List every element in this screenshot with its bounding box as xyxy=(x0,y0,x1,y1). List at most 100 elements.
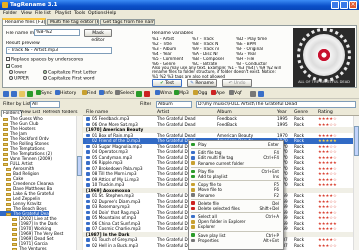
replace-spaces-label: Replace spaces by underscores xyxy=(11,57,84,63)
var-item: %D - Play time xyxy=(236,37,267,41)
replace-spaces-checkbox[interactable]: Replace spaces by underscores xyxy=(6,57,83,63)
music-file-icon xyxy=(86,150,90,154)
menu-tools[interactable]: Tools xyxy=(74,10,85,17)
menu-item-icon xyxy=(191,188,195,192)
mask-editor-button[interactable]: Mask editor xyxy=(84,29,112,43)
radio-dot[interactable] xyxy=(43,76,47,80)
help-icon[interactable] xyxy=(258,91,264,97)
case-capitalize-first-word-radio[interactable]: Capitalize First word xyxy=(43,76,95,82)
file-list-scrollbar[interactable] xyxy=(353,116,359,250)
menu-item-label: Play xyxy=(198,142,207,147)
menu-options[interactable]: Options xyxy=(88,10,106,17)
col-header-rating[interactable]: Rating xyxy=(318,109,333,116)
context-menu-item[interactable]: Delete selected files Shift+Del xyxy=(189,206,283,211)
menu-item-shortcut: Enter xyxy=(268,142,279,147)
col-header-album[interactable]: Album xyxy=(217,109,232,116)
music-file-icon xyxy=(86,139,90,143)
case-capitalize-first-letter-radio[interactable]: Capitalize First Letter xyxy=(43,70,97,76)
refresh-icon[interactable] xyxy=(27,91,33,97)
var-item: %F - Original xyxy=(236,47,263,51)
vqf-filter-button[interactable]: Vqf xyxy=(229,90,242,98)
folder-scrollbar[interactable] xyxy=(76,116,82,250)
music-file-icon xyxy=(86,205,90,209)
context-menu-item[interactable]: Play Enter xyxy=(189,142,283,147)
case-lower-radio[interactable]: lower xyxy=(9,70,27,76)
filter-by-list-select[interactable]: All xyxy=(30,101,60,108)
folder-scroll-thumb[interactable] xyxy=(77,156,82,176)
col-header-artist[interactable]: Artist xyxy=(157,109,169,116)
context-menu-item[interactable]: Explorer xyxy=(189,224,283,229)
menu-separator xyxy=(191,180,281,182)
checkbox-box[interactable]: ✓ xyxy=(6,64,10,69)
menu-folder[interactable]: Folder xyxy=(3,10,17,17)
sync-button[interactable]: Sync xyxy=(36,90,52,98)
context-menu: Play Enter Edit file tag F4 Edit multi file … xyxy=(188,140,284,250)
menu-file-list[interactable]: File list xyxy=(35,10,51,17)
var-item: %5 - Comment xyxy=(152,57,184,61)
info-label: Info xyxy=(104,91,113,96)
context-menu-item[interactable]: Add to playlist Ins xyxy=(189,174,283,179)
ape-label: Ape xyxy=(216,91,225,96)
var-item: %H - File xyxy=(236,57,255,61)
history-button[interactable]: History xyxy=(55,90,76,98)
ape-filter-button[interactable]: Ape xyxy=(211,90,225,98)
back-icon[interactable] xyxy=(3,91,9,97)
path-field[interactable]: D:\my music\FULL Artist\The Grateful Dea… xyxy=(196,101,356,108)
music-file-icon xyxy=(86,183,90,187)
context-menu-item[interactable]: Rename current folder xyxy=(189,161,283,166)
select-button[interactable]: Select xyxy=(115,90,134,98)
find-button[interactable]: Find xyxy=(82,90,96,98)
folder-pane: Folders View List Refresh folders The Gu… xyxy=(0,109,82,250)
mask-input[interactable]: %8-%2 xyxy=(34,29,80,36)
close-button[interactable]: × xyxy=(349,1,357,9)
stop-icon[interactable] xyxy=(144,91,150,97)
album-art-ring xyxy=(297,28,351,82)
radio-dot[interactable] xyxy=(43,70,47,74)
menu-item-icon xyxy=(191,161,195,165)
up-folder-icon[interactable] xyxy=(19,91,25,97)
menu-playlist[interactable]: Playlist xyxy=(55,10,71,17)
find-label: Find xyxy=(87,91,97,96)
play-icon[interactable] xyxy=(136,91,142,97)
checkbox-box[interactable] xyxy=(6,57,10,61)
context-menu-item[interactable]: Properties Alt+Ent xyxy=(189,238,283,243)
music-file-icon xyxy=(86,144,90,148)
var-item: %E - BPM xyxy=(236,42,256,46)
undo-button[interactable]: ↶ Undo xyxy=(222,79,252,87)
filter-select[interactable]: Album xyxy=(156,101,192,108)
case-checkbox[interactable]: ✓Case xyxy=(6,64,22,70)
radio-dot[interactable] xyxy=(9,70,13,74)
mp3-filter-button[interactable]: Mp3 xyxy=(174,90,189,98)
minimize-button[interactable] xyxy=(331,1,339,9)
preview-field: - Track № - Artist.mp3 xyxy=(6,47,112,54)
rename-button[interactable]: ✎ Rename xyxy=(187,79,217,87)
info-button[interactable]: Info xyxy=(99,90,113,98)
ogg-filter-button[interactable]: Ogg xyxy=(193,90,207,98)
settings-icon[interactable] xyxy=(250,91,256,97)
var-item: %3 - Album xyxy=(152,47,177,51)
menu-help[interactable]: Help xyxy=(106,10,116,17)
wma-filter-button[interactable]: Wma xyxy=(155,90,172,98)
col-header-filename[interactable]: File name xyxy=(86,109,108,116)
wma-label: Wma xyxy=(160,91,172,96)
radio-dot[interactable] xyxy=(9,76,13,80)
music-file-icon xyxy=(86,155,90,159)
forward-icon[interactable] xyxy=(11,91,17,97)
menu-view[interactable]: View xyxy=(21,10,32,17)
maximize-button[interactable] xyxy=(340,1,348,9)
tab-rename-files[interactable]: Rename files [F3] xyxy=(2,18,46,25)
context-menu-item[interactable]: Rename F2 xyxy=(189,193,283,198)
folder-tree-item[interactable]: The Ventures xyxy=(0,246,47,250)
test-button[interactable]: ✔ Test xyxy=(152,79,182,87)
col-header-genre[interactable]: Genre xyxy=(294,109,308,116)
menu-item-icon xyxy=(191,225,195,229)
col-header-year[interactable]: Year xyxy=(277,109,287,116)
ogg-label: Ogg xyxy=(198,91,208,96)
menu-item-label: Add to playlist xyxy=(198,173,228,179)
menu-item-icon xyxy=(191,142,195,147)
case-upper-radio[interactable]: UPPER xyxy=(9,76,29,82)
folder-tree: The Guess Who The Gun Club The Hooters The … xyxy=(0,116,76,250)
file-scroll-thumb[interactable] xyxy=(354,126,359,156)
rating-stars[interactable]: ★★★☆☆ xyxy=(318,243,352,249)
filter-by-list-label: Filter by List xyxy=(3,102,31,107)
